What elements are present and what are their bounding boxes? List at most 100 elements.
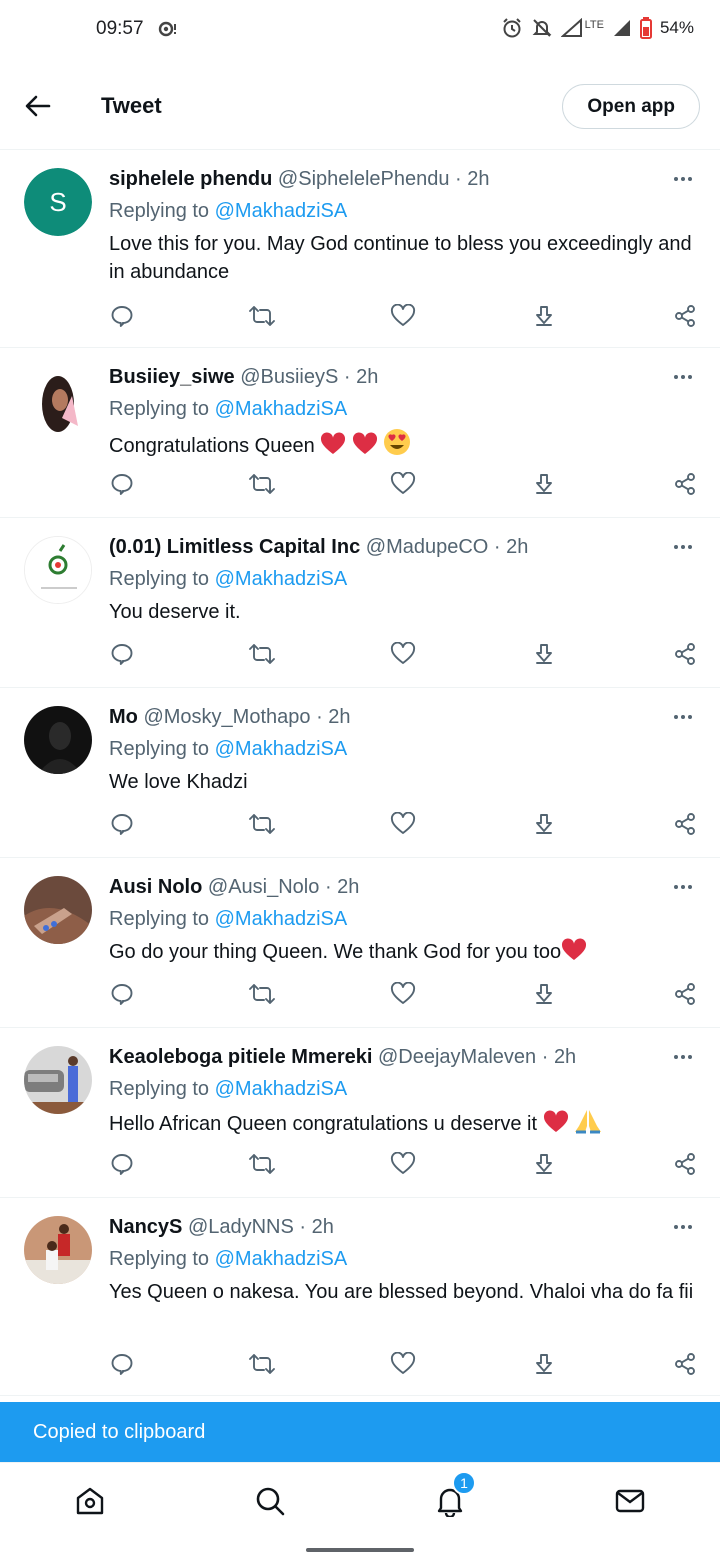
user-handle[interactable]: @MadupeCO (366, 536, 489, 558)
display-name[interactable]: (0.01) Limitless Capital Inc (109, 536, 360, 558)
reply-tweet[interactable]: Busiiey_siwe @BusiieyS · 2h Replying to … (0, 348, 720, 518)
display-name[interactable]: Keaoleboga pitiele Mmereki (109, 1046, 372, 1068)
retweet-icon[interactable] (248, 980, 276, 1008)
mention-link[interactable]: @MakhadziSA (215, 908, 348, 930)
retweet-icon[interactable] (248, 470, 276, 498)
avatar[interactable] (24, 536, 92, 604)
timestamp[interactable]: 2h (328, 706, 350, 728)
search-icon[interactable] (252, 1483, 288, 1519)
like-heart-icon[interactable] (389, 640, 417, 668)
like-heart-icon[interactable] (389, 810, 417, 838)
back-arrow-icon[interactable] (22, 90, 54, 122)
reply-icon[interactable] (108, 810, 136, 838)
mention-link[interactable]: @MakhadziSA (215, 200, 348, 222)
download-icon[interactable] (530, 1350, 558, 1378)
mention-link[interactable]: @MakhadziSA (215, 398, 348, 420)
share-icon[interactable] (671, 302, 699, 330)
reply-icon[interactable] (108, 1150, 136, 1178)
download-icon[interactable] (530, 640, 558, 668)
mention-link[interactable]: @MakhadziSA (215, 568, 348, 590)
avatar[interactable] (24, 1046, 92, 1114)
retweet-icon[interactable] (248, 1150, 276, 1178)
download-icon[interactable] (530, 1150, 558, 1178)
display-name[interactable]: Ausi Nolo (109, 876, 202, 898)
like-heart-icon[interactable] (389, 1150, 417, 1178)
red-heart-emoji (561, 938, 587, 970)
more-options-icon[interactable] (674, 370, 696, 384)
share-icon[interactable] (671, 640, 699, 668)
display-name[interactable]: Busiiey_siwe (109, 366, 235, 388)
reply-tweet[interactable]: NancyS @LadyNNS · 2h Replying to @Makhad… (0, 1198, 720, 1396)
reply-icon[interactable] (108, 640, 136, 668)
reply-icon[interactable] (108, 470, 136, 498)
user-handle[interactable]: @SiphelelePhendu (278, 168, 450, 190)
like-heart-icon[interactable] (389, 1350, 417, 1378)
more-options-icon[interactable] (674, 710, 696, 724)
battery-percent: 54% (659, 18, 694, 37)
mention-link[interactable]: @MakhadziSA (215, 738, 348, 760)
gesture-navigation-bar[interactable] (306, 1548, 414, 1552)
download-icon[interactable] (530, 302, 558, 330)
like-heart-icon[interactable] (389, 980, 417, 1008)
user-handle[interactable]: @DeejayMaleven (378, 1046, 536, 1068)
display-name[interactable]: siphelele phendu (109, 168, 272, 190)
reply-tweet[interactable]: Ausi Nolo @Ausi_Nolo · 2h Replying to @M… (0, 858, 720, 1028)
reply-icon[interactable] (108, 1350, 136, 1378)
timestamp[interactable]: 2h (312, 1216, 334, 1238)
user-handle[interactable]: @Mosky_Mothapo (143, 706, 310, 728)
home-icon[interactable] (72, 1483, 108, 1519)
timestamp[interactable]: 2h (506, 536, 528, 558)
retweet-icon[interactable] (248, 1350, 276, 1378)
more-options-icon[interactable] (674, 1050, 696, 1064)
battery-icon (639, 17, 652, 39)
like-heart-icon[interactable] (389, 302, 417, 330)
user-handle[interactable]: @Ausi_Nolo (208, 876, 319, 898)
timestamp[interactable]: 2h (467, 168, 489, 190)
user-handle[interactable]: @BusiieyS (240, 366, 338, 388)
avatar[interactable] (24, 876, 92, 944)
like-heart-icon[interactable] (389, 470, 417, 498)
open-app-button[interactable]: Open app (562, 84, 700, 129)
messages-envelope-icon[interactable] (612, 1483, 648, 1519)
share-icon[interactable] (671, 470, 699, 498)
replying-to: Replying to @MakhadziSA (109, 200, 347, 223)
tweet-header: siphelele phendu @SiphelelePhendu · 2h (109, 168, 490, 191)
timestamp[interactable]: 2h (337, 876, 359, 898)
reply-icon[interactable] (108, 302, 136, 330)
reply-icon[interactable] (108, 980, 136, 1008)
reply-tweet[interactable]: Keaoleboga pitiele Mmereki @DeejayMaleve… (0, 1028, 720, 1198)
avatar[interactable] (24, 1216, 92, 1284)
retweet-icon[interactable] (248, 640, 276, 668)
reply-tweet[interactable]: S siphelele phendu @SiphelelePhendu · 2h… (0, 150, 720, 348)
more-options-icon[interactable] (674, 880, 696, 894)
retweet-icon[interactable] (248, 810, 276, 838)
download-icon[interactable] (530, 810, 558, 838)
avatar[interactable] (24, 706, 92, 774)
timestamp[interactable]: 2h (356, 366, 378, 388)
share-icon[interactable] (671, 1350, 699, 1378)
display-name[interactable]: NancyS (109, 1216, 182, 1238)
more-options-icon[interactable] (674, 1220, 696, 1234)
timestamp[interactable]: 2h (554, 1046, 576, 1068)
avatar[interactable] (24, 366, 92, 434)
download-icon[interactable] (530, 980, 558, 1008)
user-handle[interactable]: @LadyNNS (188, 1216, 294, 1238)
download-icon[interactable] (530, 470, 558, 498)
retweet-icon[interactable] (248, 302, 276, 330)
mention-link[interactable]: @MakhadziSA (215, 1248, 348, 1270)
bottom-navigation: 1 (0, 1462, 720, 1538)
tweet-text: Hello African Queen congratulations u de… (109, 1113, 543, 1135)
display-name[interactable]: Mo (109, 706, 138, 728)
more-options-icon[interactable] (674, 172, 696, 186)
replying-label: Replying to (109, 1248, 210, 1270)
notifications-bell-icon[interactable]: 1 (432, 1471, 476, 1519)
replying-label: Replying to (109, 1078, 210, 1100)
mention-link[interactable]: @MakhadziSA (215, 1078, 348, 1100)
share-icon[interactable] (671, 1150, 699, 1178)
more-options-icon[interactable] (674, 540, 696, 554)
reply-tweet[interactable]: (0.01) Limitless Capital Inc @MadupeCO ·… (0, 518, 720, 688)
avatar[interactable]: S (24, 168, 92, 236)
reply-tweet[interactable]: Mo @Mosky_Mothapo · 2h Replying to @Makh… (0, 688, 720, 858)
share-icon[interactable] (671, 810, 699, 838)
share-icon[interactable] (671, 980, 699, 1008)
